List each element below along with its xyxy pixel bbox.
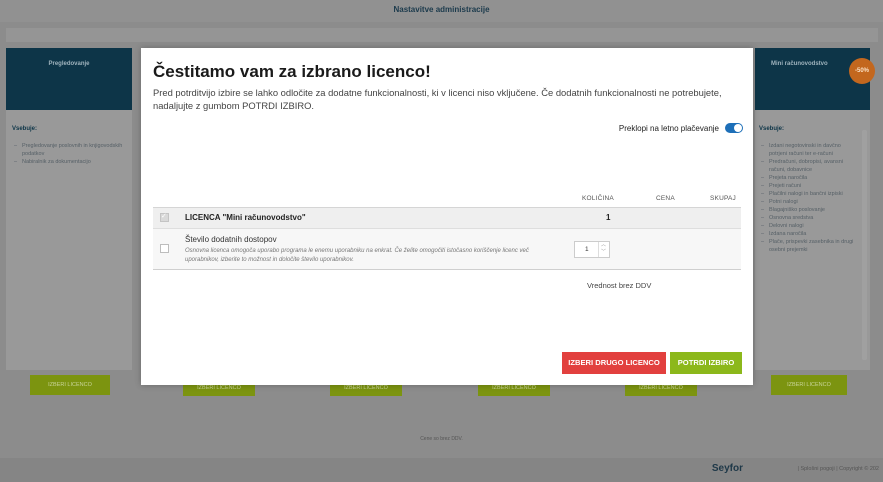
tab-strip — [6, 28, 878, 42]
page-title: Nastavitve administracije — [393, 5, 490, 14]
chevron-up-icon[interactable]: ︿ — [601, 243, 606, 248]
toggle-knob — [734, 124, 742, 132]
feature-item: Osnovna sredstva — [761, 214, 857, 222]
confirm-selection-button[interactable]: POTRDI IZBIRO — [670, 352, 742, 374]
card-feature-list: Izdani negotovinski in davčno potrjeni r… — [761, 142, 857, 254]
select-license-button[interactable]: IZBERI LICENCO — [771, 375, 847, 395]
feature-item: Nabiralnik za dokumentacijo — [14, 158, 126, 166]
table-row: LICENCA "Mini računovodstvo" 1 — [153, 208, 741, 229]
card-title: Pregledovanje — [48, 61, 90, 67]
license-quantity: 1 — [606, 213, 611, 222]
extra-access-title: Število dodatnih dostopov — [185, 235, 277, 244]
license-table: KOLIČINA CENA SKUPAJ LICENCA "Mini račun… — [153, 191, 741, 270]
stepper-buttons: ︿ ﹀ — [598, 242, 609, 257]
yearly-billing-toggle[interactable] — [725, 123, 743, 133]
header-total: SKUPAJ — [710, 195, 737, 202]
modal-title: Čestitamo vam za izbrano licenco! — [153, 62, 431, 81]
discount-badge: -50% — [849, 58, 875, 84]
table-header: KOLIČINA CENA SKUPAJ — [153, 191, 741, 208]
price-note: Cene so brez DDV. — [420, 436, 463, 442]
card-scrollbar[interactable] — [862, 130, 867, 360]
table-row: Število dodatnih dostopov Osnovna licenc… — [153, 229, 741, 270]
feature-item: Prejeti računi — [761, 182, 857, 190]
select-license-button[interactable]: IZBERI LICENCO — [30, 375, 110, 395]
toggle-label: Preklopi na letno plačevanje — [618, 123, 719, 133]
license-modal: Čestitamo vam za izbrano licenco! Pred p… — [141, 48, 753, 385]
feature-item: Delovni nalogi — [761, 222, 857, 230]
card-section-label: Vsebuje: — [759, 126, 785, 132]
quantity-stepper[interactable]: 1 ︿ ﹀ — [574, 241, 610, 258]
yearly-billing-toggle-row: Preklopi na letno plačevanje — [619, 123, 743, 133]
extra-access-checkbox[interactable] — [160, 244, 169, 253]
feature-item: Prejeta naročila — [761, 174, 857, 182]
license-name: LICENCA "Mini računovodstvo" — [185, 213, 306, 222]
license-card-left: Pregledovanje — [6, 48, 132, 370]
feature-item: Plačilni nalogi in bančni izpiski — [761, 190, 857, 198]
extra-access-description: Osnovna licenca omogoča uporabo programa… — [185, 248, 529, 263]
brand-logo: Seyfor — [711, 463, 743, 474]
header-quantity: KOLIČINA — [582, 195, 614, 202]
footer-bar — [0, 458, 883, 482]
card-feature-list: Pregledovanje poslovnih in knjigovodskih… — [14, 142, 126, 166]
vat-note: Vrednost brez DDV — [587, 281, 652, 290]
card-header: Pregledovanje — [6, 48, 132, 110]
feature-item: Blagajniško poslovanje — [761, 206, 857, 214]
footer-links[interactable]: | Splošni pogoji | Copyright © 202 — [797, 466, 879, 472]
stepper-value: 1 — [585, 246, 589, 253]
header-price: CENA — [656, 195, 675, 202]
modal-description: Pred potrditvijo izbire se lahko odločit… — [153, 87, 722, 111]
choose-other-license-button[interactable]: IZBERI DRUGO LICENCO — [562, 352, 666, 374]
chevron-down-icon[interactable]: ﹀ — [601, 250, 606, 255]
license-checkbox[interactable] — [160, 212, 169, 222]
feature-item: Izdani negotovinski in davčno potrjeni r… — [761, 142, 857, 158]
feature-item: Pregledovanje poslovnih in knjigovodskih… — [14, 142, 126, 158]
feature-item: Plače, prispevki zasebnika in drugi oseb… — [761, 238, 857, 254]
feature-item: Potni nalogi — [761, 198, 857, 206]
feature-item: Izdana naročila — [761, 230, 857, 238]
feature-item: Predračuni, dobropisi, avansni računi, d… — [761, 158, 857, 174]
card-section-label: Vsebuje: — [12, 126, 38, 132]
